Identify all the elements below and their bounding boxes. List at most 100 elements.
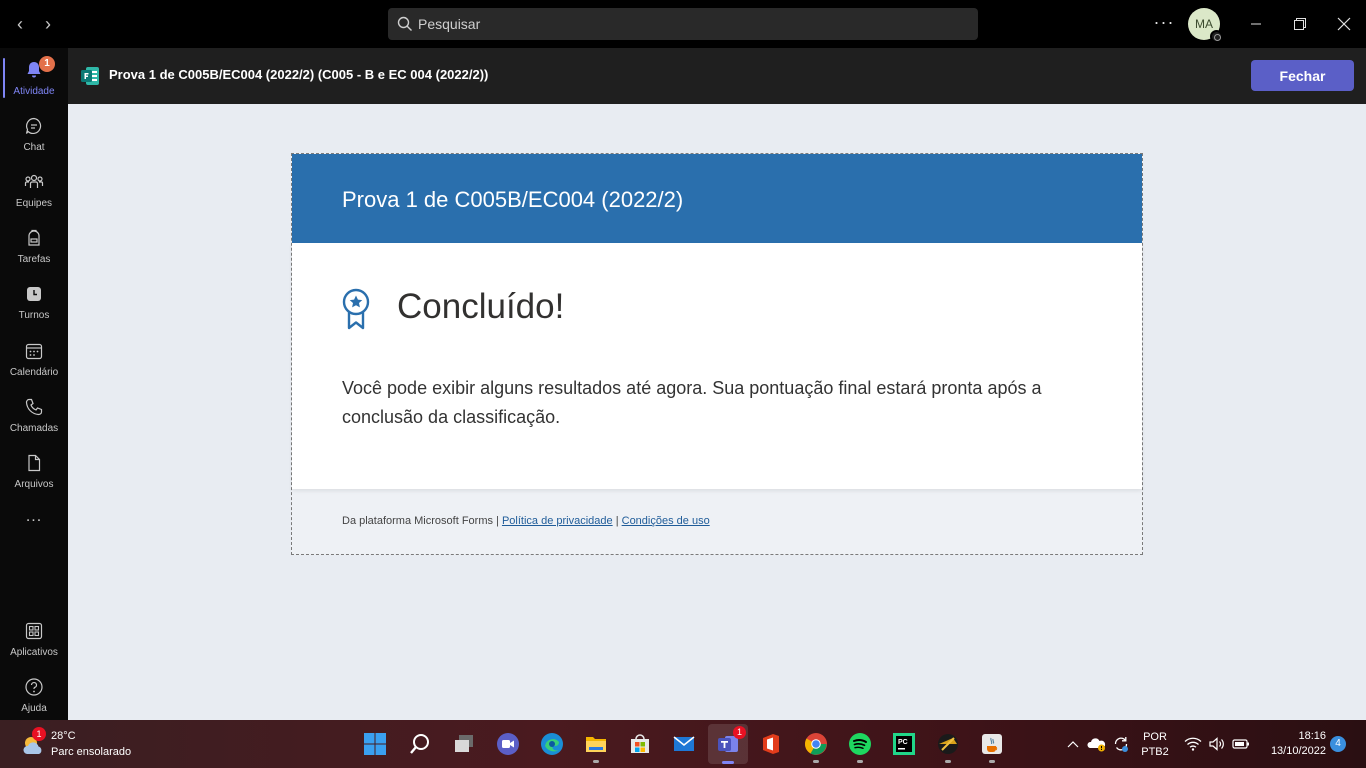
search-input[interactable] [418, 16, 938, 32]
apps-grid-icon [25, 622, 43, 640]
mail-icon[interactable] [668, 728, 700, 760]
rail-item-activity[interactable]: 1 Atividade [0, 52, 68, 108]
close-button[interactable]: Fechar [1251, 60, 1354, 91]
chrome-icon[interactable] [800, 728, 832, 763]
edge-icon[interactable] [536, 728, 568, 760]
presence-status-icon [1210, 30, 1223, 43]
task-view-icon[interactable] [448, 728, 480, 760]
completion-title: Concluído! [397, 287, 565, 326]
more-dots-icon: ... [25, 508, 43, 525]
notification-count-badge[interactable]: 4 [1330, 736, 1346, 752]
rail-item-shifts[interactable]: Turnos [0, 276, 68, 332]
avatar[interactable]: MA [1188, 8, 1223, 43]
rail-item-label: Arquivos [14, 479, 54, 490]
app-rail: 1 Atividade Chat Equipes Tarefas Turnos … [0, 48, 68, 720]
rail-item-label: Atividade [13, 86, 55, 97]
completion-message: Você pode exibir alguns resultados até a… [342, 378, 1042, 427]
clock-time: 18:16 [1298, 730, 1326, 742]
taskbar-clock[interactable]: 18:16 13/10/2022 [1256, 729, 1326, 759]
svg-text:PC: PC [898, 739, 908, 746]
award-ribbon-icon [342, 288, 370, 330]
rail-item-label: Ajuda [21, 703, 47, 714]
form-title: Prova 1 de C005B/EC004 (2022/2) [342, 187, 684, 212]
rail-item-apps[interactable]: Aplicativos [0, 613, 68, 669]
rail-item-tasks[interactable]: Tarefas [0, 220, 68, 276]
spotify-icon[interactable] [844, 728, 876, 763]
volume-icon[interactable] [1206, 720, 1228, 768]
footer-separator: | [612, 515, 622, 527]
forward-arrow-icon[interactable]: › [36, 12, 60, 36]
windows-start-icon[interactable] [359, 728, 391, 760]
app-icon[interactable] [932, 728, 964, 763]
app-header-title: Prova 1 de C005B/EC004 (2022/2) (C005 - … [109, 67, 489, 82]
backpack-icon [28, 229, 40, 246]
title-bar: ‹ › ··· MA [0, 0, 1366, 48]
restore-icon [1294, 18, 1306, 30]
rail-item-label: Chat [23, 142, 45, 153]
rail-item-help[interactable]: Ajuda [0, 669, 68, 725]
clock-date: 13/10/2022 [1270, 745, 1326, 757]
language-code: POR [1143, 731, 1167, 743]
battery-icon[interactable] [1230, 720, 1252, 768]
clock-icon [27, 287, 41, 301]
close-window-button[interactable] [1322, 0, 1366, 48]
wifi-icon[interactable] [1182, 720, 1204, 768]
terms-of-use-link[interactable]: Condições de uso [622, 515, 710, 527]
teams-icon[interactable]: 1 [708, 724, 748, 764]
teams-badge: 1 [733, 726, 746, 739]
phone-icon [25, 398, 43, 416]
rail-item-calls[interactable]: Chamadas [0, 389, 68, 445]
file-explorer-icon[interactable] [580, 728, 612, 763]
input-language-indicator[interactable]: POR PTB2 [1140, 730, 1170, 760]
file-icon [28, 454, 41, 472]
more-options-icon[interactable]: ··· [1152, 10, 1176, 38]
rail-item-label: Aplicativos [10, 647, 58, 658]
search-icon [397, 16, 412, 31]
java-icon[interactable] [976, 728, 1008, 763]
footer-platform-text: Da plataforma Microsoft Forms | [342, 515, 502, 527]
sync-icon[interactable] [1110, 720, 1132, 768]
rail-item-files[interactable]: Arquivos [0, 445, 68, 501]
weather-temperature: 28°C [51, 730, 76, 742]
show-hidden-icons-chevron-icon[interactable] [1064, 720, 1082, 768]
office-icon[interactable] [755, 728, 787, 760]
main-content: Prova 1 de C005B/EC004 (2022/2) Concluíd… [68, 104, 1366, 720]
rail-item-label: Equipes [15, 198, 53, 209]
form-footer: Da plataforma Microsoft Forms | Política… [342, 515, 710, 527]
rail-more-button[interactable]: ... [0, 506, 68, 536]
search-icon[interactable] [404, 728, 436, 760]
activity-badge: 1 [39, 56, 55, 72]
onedrive-warning-icon[interactable] [1086, 720, 1108, 768]
minimize-button[interactable] [1234, 0, 1278, 48]
chat-icon [25, 117, 42, 134]
weather-badge: 1 [32, 727, 46, 741]
form-card: Prova 1 de C005B/EC004 (2022/2) Concluíd… [291, 153, 1143, 555]
forms-app-icon [81, 67, 99, 85]
rail-item-teams[interactable]: Equipes [0, 164, 68, 220]
help-icon [25, 678, 43, 696]
weather-description: Parc ensolarado [51, 746, 132, 758]
restore-button[interactable] [1278, 0, 1322, 48]
rail-item-label: Turnos [18, 310, 50, 321]
form-header: Prova 1 de C005B/EC004 (2022/2) [292, 154, 1142, 243]
keyboard-layout: PTB2 [1141, 746, 1169, 758]
rail-item-chat[interactable]: Chat [0, 108, 68, 164]
rail-item-label: Tarefas [17, 254, 51, 265]
store-icon[interactable] [624, 728, 656, 760]
pycharm-icon[interactable]: PC [888, 728, 920, 760]
search-bar[interactable] [388, 8, 978, 40]
avatar-initials: MA [1195, 17, 1213, 31]
windows-taskbar: 1 28°C Parc ensolarado 1 PC POR PTB2 18:… [0, 720, 1366, 768]
rail-item-label: Chamadas [9, 423, 59, 434]
form-body: Concluído! Você pode exibir alguns resul… [292, 243, 1142, 489]
back-arrow-icon[interactable]: ‹ [8, 12, 32, 36]
weather-widget[interactable]: 1 28°C Parc ensolarado [20, 727, 160, 762]
meet-icon[interactable] [492, 728, 524, 760]
close-icon [1337, 17, 1351, 31]
rail-item-calendar[interactable]: Calendário [0, 333, 68, 389]
app-header: Prova 1 de C005B/EC004 (2022/2) (C005 - … [68, 48, 1366, 104]
rail-item-label: Calendário [9, 367, 59, 378]
minimize-icon [1251, 23, 1261, 25]
privacy-policy-link[interactable]: Política de privacidade [502, 515, 613, 527]
teams-group-icon [24, 174, 44, 188]
